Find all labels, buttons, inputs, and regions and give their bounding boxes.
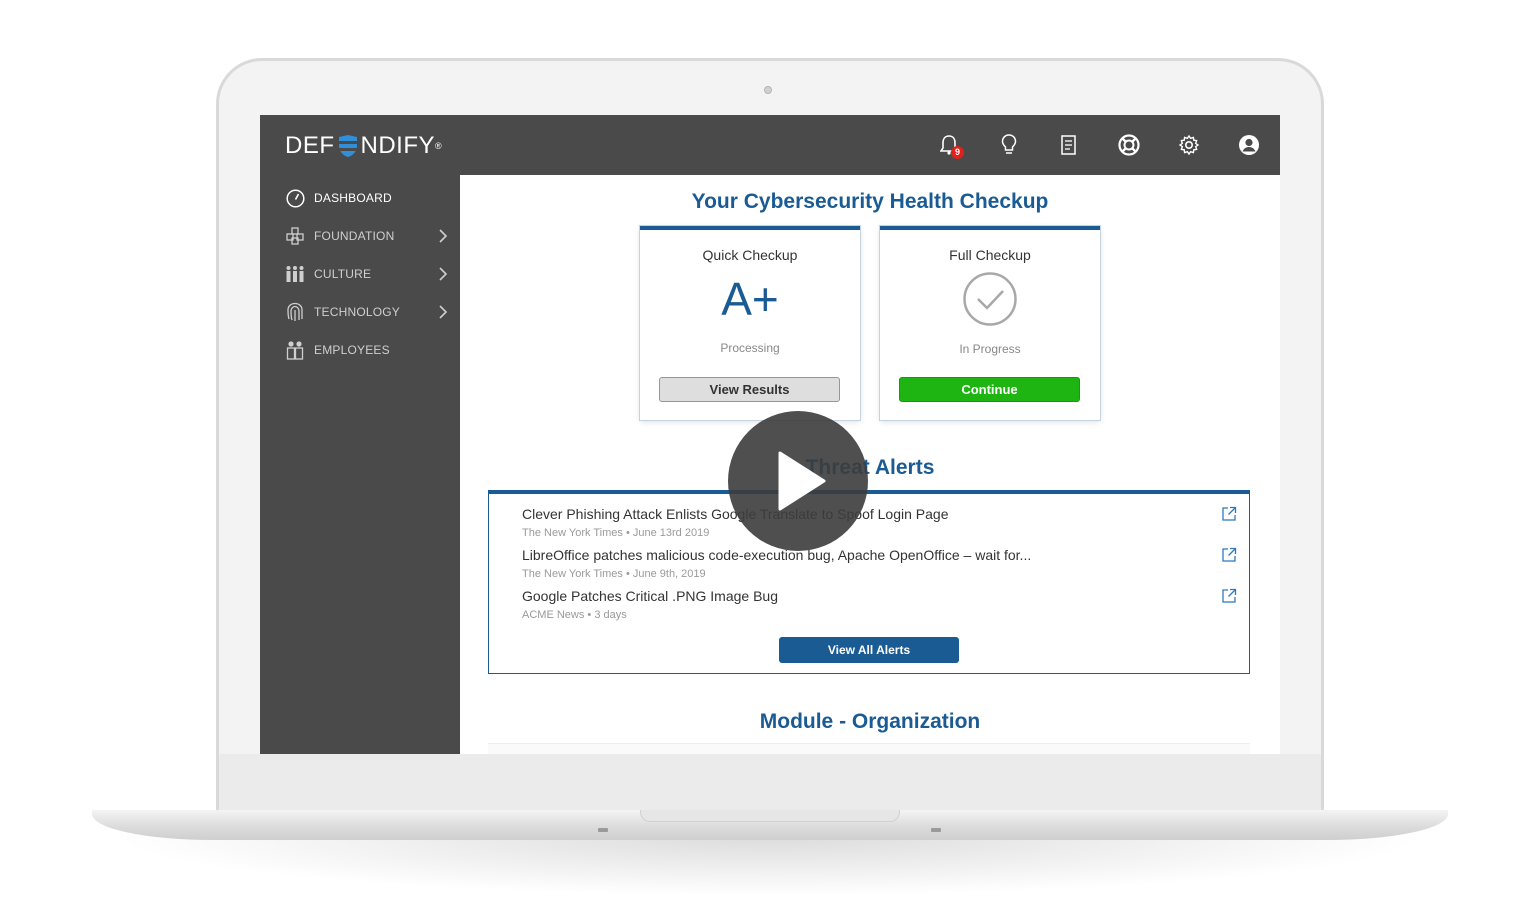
sidebar-item-label: EMPLOYEES: [314, 343, 390, 357]
camera: [764, 86, 772, 94]
external-link-icon[interactable]: [1221, 547, 1237, 563]
sidebar-item-employees[interactable]: EMPLOYEES: [260, 331, 460, 369]
alert-title[interactable]: Google Patches Critical .PNG Image Bug: [522, 588, 1222, 604]
logo-text-left: DEF: [285, 132, 335, 159]
alert-source: The New York Times: [522, 568, 623, 580]
fingerprint-icon: [285, 302, 305, 322]
laptop-notch: [640, 810, 900, 822]
grade-value: A+: [721, 273, 779, 325]
lifebuoy-icon[interactable]: [1117, 133, 1140, 156]
play-video-button[interactable]: [728, 411, 868, 551]
sidebar-item-foundation[interactable]: FOUNDATION: [260, 217, 460, 255]
sidebar-item-dashboard[interactable]: DASHBOARD: [260, 179, 460, 217]
alert-date: 3 days: [594, 609, 627, 621]
card-status: Processing: [720, 341, 780, 355]
alert-source: The New York Times: [522, 527, 623, 539]
chevron-right-icon: [439, 267, 448, 281]
gauge-icon: [285, 188, 305, 208]
meta-separator: •: [625, 527, 633, 539]
threat-alerts-title: Threat Alerts: [805, 456, 935, 479]
laptop-foot: [931, 828, 941, 832]
main-content: Your Cybersecurity Health Checkup Quick …: [460, 175, 1280, 754]
lightbulb-icon[interactable]: [997, 133, 1020, 156]
alert-meta: ACME News • 3 days: [522, 609, 1222, 621]
alert-title[interactable]: LibreOffice patches malicious code-execu…: [522, 547, 1222, 563]
bell-icon[interactable]: 9: [937, 133, 964, 159]
laptop-bezel: [219, 754, 1321, 810]
sidebar-item-technology[interactable]: TECHNOLOGY: [260, 293, 460, 331]
logo-shield-icon: [336, 135, 359, 157]
alert-date: June 13rd 2019: [632, 527, 710, 539]
chevron-right-icon: [439, 305, 448, 319]
gear-icon[interactable]: [1177, 133, 1200, 156]
laptop-shadow: [110, 836, 1430, 896]
view-results-button[interactable]: View Results: [659, 377, 840, 402]
quick-checkup-card: Quick Checkup A+ Processing View Results: [640, 226, 860, 420]
alert-meta: The New York Times • June 9th, 2019: [522, 568, 1222, 580]
view-all-alerts-button[interactable]: View All Alerts: [779, 637, 959, 663]
user-icon[interactable]: [1237, 133, 1260, 156]
alert-item[interactable]: Google Patches Critical .PNG Image Bug A…: [522, 588, 1222, 621]
alert-source: ACME News: [522, 609, 585, 621]
sidebar-item-label: DASHBOARD: [314, 191, 392, 205]
full-checkup-card: Full Checkup In Progress Continue: [880, 226, 1100, 420]
people-icon: [285, 264, 305, 284]
laptop-foot: [598, 828, 608, 832]
alert-item[interactable]: LibreOffice patches malicious code-execu…: [522, 547, 1222, 580]
sidebar-item-label: FOUNDATION: [314, 229, 395, 243]
module-title: Module - Organization: [759, 710, 981, 733]
check-circle-icon: [963, 272, 1017, 326]
logo-trademark: ®: [435, 141, 443, 151]
alert-item[interactable]: Clever Phishing Attack Enlists Google Tr…: [522, 506, 1222, 539]
alert-meta: The New York Times • June 13rd 2019: [522, 527, 1222, 539]
document-icon[interactable]: [1057, 133, 1080, 156]
card-status: In Progress: [959, 342, 1021, 356]
module-card: [488, 743, 1250, 754]
card-title: Full Checkup: [949, 247, 1031, 263]
laptop-mockup: DEF NDIFY ® 9 DASHBOARD FOUNDATION CULTU…: [0, 0, 1540, 924]
threat-alerts-panel: Clever Phishing Attack Enlists Google Tr…: [488, 490, 1250, 674]
external-link-icon[interactable]: [1221, 588, 1237, 604]
alert-date: June 9th, 2019: [632, 568, 706, 580]
top-icons: 9: [937, 133, 1260, 159]
app-logo[interactable]: DEF NDIFY ®: [285, 132, 442, 160]
alert-title[interactable]: Clever Phishing Attack Enlists Google Tr…: [522, 506, 1222, 522]
notification-badge: 9: [951, 146, 964, 159]
logo-text-right: NDIFY: [360, 132, 435, 159]
chevron-right-icon: [439, 229, 448, 243]
play-icon: [778, 451, 826, 511]
health-title: Your Cybersecurity Health Checkup: [691, 190, 1049, 213]
sidebar-item-culture[interactable]: CULTURE: [260, 255, 460, 293]
cubes-icon: [285, 226, 305, 246]
sidebar-item-label: CULTURE: [314, 267, 372, 281]
employees-icon: [285, 340, 305, 360]
sidebar-item-label: TECHNOLOGY: [314, 305, 401, 319]
sidebar: DASHBOARD FOUNDATION CULTURE TECHNOLOGY …: [260, 175, 460, 754]
top-bar: DEF NDIFY ® 9: [260, 115, 1280, 175]
meta-separator: •: [625, 568, 633, 580]
external-link-icon[interactable]: [1221, 506, 1237, 522]
continue-button[interactable]: Continue: [899, 377, 1080, 402]
card-title: Quick Checkup: [702, 247, 798, 263]
